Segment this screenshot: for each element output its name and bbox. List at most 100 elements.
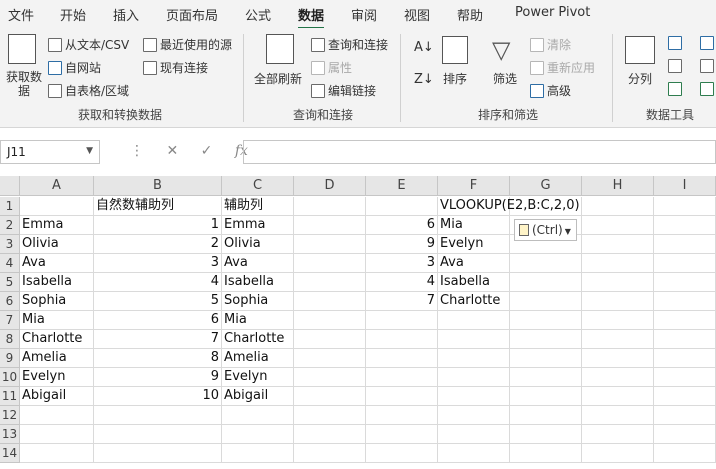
reapply-button[interactable]: 重新应用 — [530, 59, 595, 76]
row-header-7[interactable]: 7 — [0, 311, 20, 330]
cell-h7[interactable] — [582, 311, 654, 330]
cell-e14[interactable] — [366, 444, 438, 463]
cell-b10[interactable]: 9 — [94, 368, 222, 387]
cancel-icon[interactable]: ✕ — [166, 143, 178, 159]
cell-d4[interactable] — [294, 254, 366, 273]
tab-formulas[interactable]: 公式 — [245, 5, 271, 24]
row-header-2[interactable]: 2 — [0, 216, 20, 235]
data-model-button[interactable] — [700, 82, 716, 96]
name-box[interactable]: J11 ▼ — [0, 140, 100, 164]
cell-c4[interactable]: Ava — [222, 254, 294, 273]
filter-button[interactable]: 筛选 — [493, 70, 517, 87]
cell-c8[interactable]: Charlotte — [222, 330, 294, 349]
row-header-3[interactable]: 3 — [0, 235, 20, 254]
cell-a5[interactable]: Isabella — [20, 273, 94, 292]
cell-f6[interactable]: Charlotte — [438, 292, 510, 311]
cell-d14[interactable] — [294, 444, 366, 463]
cell-d13[interactable] — [294, 425, 366, 444]
cell-f12[interactable] — [438, 406, 510, 425]
sort-za-button[interactable]: Z↓ — [414, 72, 434, 87]
cell-c13[interactable] — [222, 425, 294, 444]
row-header-9[interactable]: 9 — [0, 349, 20, 368]
cell-b14[interactable] — [94, 444, 222, 463]
cell-h12[interactable] — [582, 406, 654, 425]
row-header-5[interactable]: 5 — [0, 273, 20, 292]
cell-i3[interactable] — [654, 235, 716, 254]
cell-d6[interactable] — [294, 292, 366, 311]
cell-b6[interactable]: 5 — [94, 292, 222, 311]
cell-g11[interactable] — [510, 387, 582, 406]
cell-e10[interactable] — [366, 368, 438, 387]
cell-d3[interactable] — [294, 235, 366, 254]
cell-i12[interactable] — [654, 406, 716, 425]
tab-home[interactable]: 开始 — [60, 5, 86, 24]
cell-i9[interactable] — [654, 349, 716, 368]
cell-e11[interactable] — [366, 387, 438, 406]
cell-a7[interactable]: Mia — [20, 311, 94, 330]
cell-h1[interactable] — [582, 197, 654, 216]
cell-a10[interactable]: Evelyn — [20, 368, 94, 387]
tab-review[interactable]: 审阅 — [351, 5, 377, 24]
edit-links-button[interactable]: 编辑链接 — [311, 82, 376, 99]
cell-g14[interactable] — [510, 444, 582, 463]
cell-g10[interactable] — [510, 368, 582, 387]
cell-d2[interactable] — [294, 216, 366, 235]
cell-d12[interactable] — [294, 406, 366, 425]
cell-e5[interactable]: 4 — [366, 273, 438, 292]
cell-e9[interactable] — [366, 349, 438, 368]
tab-page-layout[interactable]: 页面布局 — [166, 5, 218, 24]
cell-i10[interactable] — [654, 368, 716, 387]
column-header-i[interactable]: I — [654, 176, 716, 196]
cell-e3[interactable]: 9 — [366, 235, 438, 254]
cell-b9[interactable]: 8 — [94, 349, 222, 368]
cell-g12[interactable] — [510, 406, 582, 425]
cell-i4[interactable] — [654, 254, 716, 273]
cell-c14[interactable] — [222, 444, 294, 463]
cell-e8[interactable] — [366, 330, 438, 349]
tab-help[interactable]: 帮助 — [457, 5, 483, 24]
tab-file[interactable]: 文件 — [8, 5, 34, 24]
cell-a3[interactable]: Olivia — [20, 235, 94, 254]
cell-d10[interactable] — [294, 368, 366, 387]
paste-options-button[interactable]: (Ctrl) ▼ — [514, 219, 577, 241]
row-header-11[interactable]: 11 — [0, 387, 20, 406]
cell-b8[interactable]: 7 — [94, 330, 222, 349]
enter-icon[interactable]: ✓ — [201, 143, 213, 159]
cell-h8[interactable] — [582, 330, 654, 349]
cell-f1[interactable]: VLOOKUP(E2,B:C,2,0) — [438, 197, 580, 216]
cell-g5[interactable] — [510, 273, 582, 292]
relationships-button[interactable] — [700, 59, 716, 73]
cell-a12[interactable] — [20, 406, 94, 425]
cell-c12[interactable] — [222, 406, 294, 425]
column-header-g[interactable]: G — [510, 176, 582, 196]
cell-i11[interactable] — [654, 387, 716, 406]
cell-d1[interactable] — [294, 197, 366, 216]
cell-g7[interactable] — [510, 311, 582, 330]
data-validation-button[interactable] — [668, 82, 685, 96]
cell-f11[interactable] — [438, 387, 510, 406]
cell-c2[interactable]: Emma — [222, 216, 294, 235]
cell-c7[interactable]: Mia — [222, 311, 294, 330]
column-header-f[interactable]: F — [438, 176, 510, 196]
cell-h3[interactable] — [582, 235, 654, 254]
row-header-6[interactable]: 6 — [0, 292, 20, 311]
row-header-4[interactable]: 4 — [0, 254, 20, 273]
column-header-h[interactable]: H — [582, 176, 654, 196]
column-header-a[interactable]: A — [20, 176, 94, 196]
cell-d8[interactable] — [294, 330, 366, 349]
get-data-button[interactable]: 获取数据 — [4, 70, 44, 98]
cell-e4[interactable]: 3 — [366, 254, 438, 273]
cell-c5[interactable]: Isabella — [222, 273, 294, 292]
remove-duplicates-button[interactable] — [668, 59, 685, 73]
cell-c9[interactable]: Amelia — [222, 349, 294, 368]
sort-button[interactable]: 排序 — [443, 70, 467, 87]
cell-i8[interactable] — [654, 330, 716, 349]
cell-b11[interactable]: 10 — [94, 387, 222, 406]
column-header-c[interactable]: C — [222, 176, 294, 196]
cell-a8[interactable]: Charlotte — [20, 330, 94, 349]
cell-i14[interactable] — [654, 444, 716, 463]
cell-b2[interactable]: 1 — [94, 216, 222, 235]
cell-i13[interactable] — [654, 425, 716, 444]
cell-h13[interactable] — [582, 425, 654, 444]
cell-a11[interactable]: Abigail — [20, 387, 94, 406]
